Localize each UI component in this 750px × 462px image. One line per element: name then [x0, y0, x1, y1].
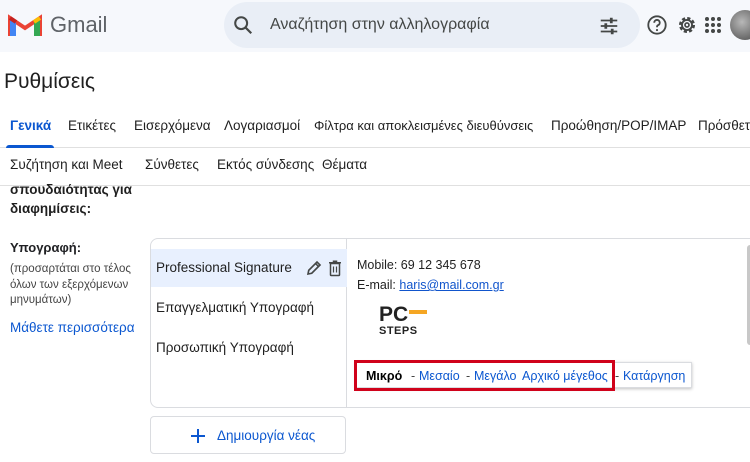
- learn-more-link[interactable]: Μάθετε περισσότερα: [10, 320, 135, 335]
- trash-icon[interactable]: [327, 259, 343, 277]
- create-new-signature-button[interactable]: Δημιουργία νέας: [150, 416, 346, 454]
- apps-icon[interactable]: [704, 16, 722, 34]
- tab-chat-meet[interactable]: Συζήτηση και Meet: [10, 157, 123, 172]
- svg-text:STEPS: STEPS: [379, 325, 418, 337]
- avatar[interactable]: [730, 10, 750, 40]
- tune-icon[interactable]: [598, 15, 620, 37]
- svg-text:PC: PC: [379, 303, 408, 326]
- signature-desc-line: μηνυμάτων): [10, 294, 72, 306]
- annotation-highlight-box: [354, 360, 615, 391]
- create-new-label: Δημιουργία νέας: [217, 428, 316, 443]
- tab-offline[interactable]: Εκτός σύνδεσης: [217, 157, 314, 172]
- top-bar: Gmail Αναζήτηση στην αλληλογραφία: [0, 0, 750, 52]
- signature-name: Προσωπική Υπογραφή: [156, 340, 294, 355]
- signature-item-personal[interactable]: Προσωπική Υπογραφή: [151, 329, 347, 367]
- email-prefix: E-mail:: [357, 278, 400, 292]
- tab-inbox[interactable]: Εισερχόμενα: [134, 118, 211, 133]
- signature-name: Επαγγελματική Υπογραφή: [156, 300, 315, 315]
- tab-addons[interactable]: Πρόσθετα: [698, 118, 750, 133]
- tab-accounts[interactable]: Λογαριασμοί: [224, 118, 300, 133]
- gmail-logo[interactable]: Gmail: [8, 12, 107, 38]
- size-option-remove[interactable]: Κατάργηση: [623, 369, 685, 383]
- ads-section-label-line1: σπουδαιότητας για: [10, 182, 132, 197]
- signature-desc-line: (προσαρτάται στο τέλος: [10, 263, 131, 275]
- signature-email-line: E-mail: haris@mail.com.gr: [357, 278, 504, 292]
- tab-labels[interactable]: Ετικέτες: [68, 118, 116, 133]
- tab-filters[interactable]: Φίλτρα και αποκλεισμένες διευθύνσεις: [314, 118, 533, 133]
- size-separator: -: [615, 369, 620, 383]
- signature-description: (προσαρτάται στο τέλος όλων των εξερχόμε…: [10, 262, 140, 309]
- signature-desc-line: όλων των εξερχόμενων: [10, 278, 129, 291]
- signature-label: Υπογραφή:: [10, 240, 82, 255]
- signature-mobile-line: Mobile: 69 12 345 678: [357, 258, 481, 272]
- tab-general[interactable]: Γενικά: [10, 118, 51, 133]
- pencil-icon[interactable]: [305, 259, 323, 277]
- search-box[interactable]: Αναζήτηση στην αλληλογραφία: [224, 2, 640, 48]
- ads-section-label-line2: διαφημίσεις:: [10, 201, 92, 216]
- gmail-m-icon: [8, 14, 42, 36]
- tab-advanced[interactable]: Σύνθετες: [145, 157, 199, 172]
- app-name: Gmail: [50, 12, 108, 37]
- gear-icon[interactable]: [676, 14, 698, 36]
- signature-list: Professional Signature Επαγγελματική Υπο…: [151, 239, 347, 407]
- signature-name: Professional Signature: [156, 260, 292, 275]
- tab-themes[interactable]: Θέματα: [322, 157, 367, 172]
- tab-forwarding[interactable]: Προώθηση/POP/IMAP: [551, 118, 686, 133]
- pc-steps-logo: PC STEPS: [379, 303, 427, 337]
- page-title: Ρυθμίσεις: [4, 70, 96, 93]
- signature-item-professional[interactable]: Professional Signature: [151, 249, 347, 287]
- help-icon[interactable]: [646, 14, 668, 36]
- email-link[interactable]: haris@mail.com.gr: [399, 278, 503, 292]
- search-icon[interactable]: [232, 14, 254, 36]
- settings-tabs: Γενικά Ετικέτες Εισερχόμενα Λογαριασμοί …: [0, 104, 750, 148]
- plus-icon: [191, 429, 205, 443]
- search-input[interactable]: Αναζήτηση στην αλληλογραφία: [270, 16, 490, 34]
- signature-item-business[interactable]: Επαγγελματική Υπογραφή: [151, 289, 347, 327]
